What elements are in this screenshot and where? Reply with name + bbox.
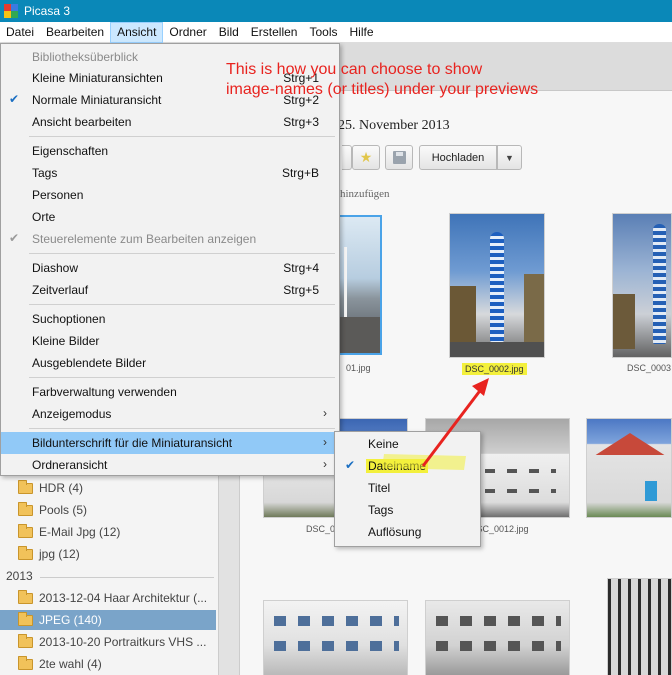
annotation-arrow (421, 387, 484, 467)
annotation-highlight-stroke (382, 454, 466, 470)
annotation-arrowhead (472, 378, 489, 396)
annotation-overlay (382, 378, 489, 470)
